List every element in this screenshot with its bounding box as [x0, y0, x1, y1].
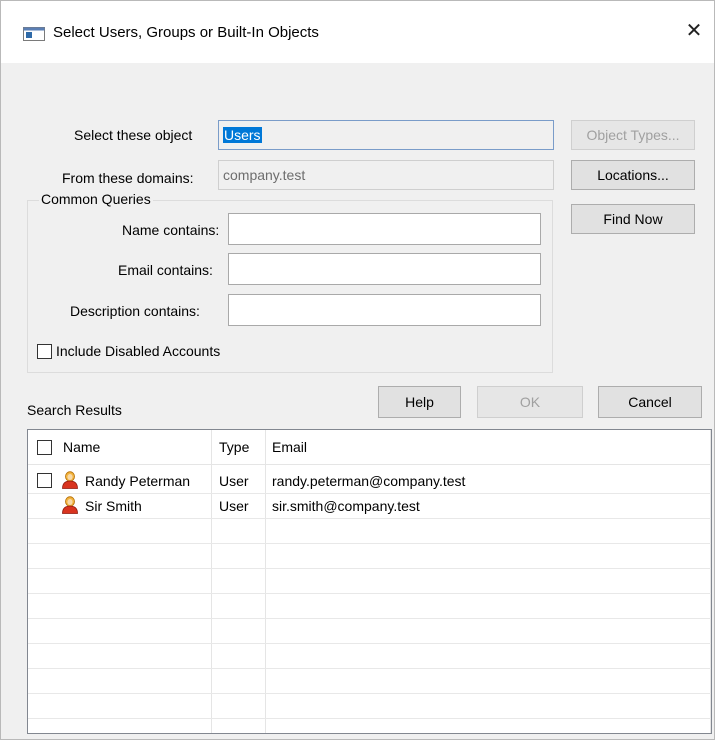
- email-contains-input[interactable]: [228, 253, 541, 285]
- name-contains-input[interactable]: [228, 213, 541, 245]
- empty-row: [28, 694, 711, 719]
- search-results-list[interactable]: Name Type Email Randy Peterman User rand…: [27, 429, 712, 734]
- name-contains-label: Name contains:: [122, 222, 220, 238]
- row-email: sir.smith@company.test: [272, 498, 420, 514]
- empty-row: [28, 619, 711, 644]
- domains-label: From these domains:: [62, 170, 194, 186]
- object-type-value: Users: [223, 127, 262, 143]
- empty-row: [28, 644, 711, 669]
- row-name: Randy Peterman: [85, 473, 191, 489]
- object-types-button[interactable]: Object Types...: [571, 120, 695, 150]
- include-disabled-label: Include Disabled Accounts: [56, 343, 221, 359]
- row-email: randy.peterman@company.test: [272, 473, 466, 489]
- empty-row: [28, 519, 711, 544]
- close-icon[interactable]: ✕: [674, 11, 714, 51]
- user-icon: [62, 471, 78, 489]
- row-type: User: [219, 498, 249, 514]
- description-contains-input[interactable]: [228, 294, 541, 326]
- search-results-label: Search Results: [27, 402, 122, 418]
- locations-button[interactable]: Locations...: [571, 160, 695, 190]
- empty-row: [28, 544, 711, 569]
- results-header: Name Type Email: [28, 430, 711, 465]
- column-header-email[interactable]: Email: [272, 439, 307, 455]
- cancel-button[interactable]: Cancel: [598, 386, 702, 418]
- empty-row: [28, 594, 711, 619]
- row-name: Sir Smith: [85, 498, 142, 514]
- user-icon: [62, 496, 78, 514]
- title-bar: Select Users, Groups or Built-In Objects…: [1, 1, 714, 63]
- include-disabled-checkbox[interactable]: [37, 344, 52, 359]
- row-type: User: [219, 473, 249, 489]
- find-now-button[interactable]: Find Now: [571, 204, 695, 234]
- empty-row: [28, 569, 711, 594]
- column-header-name[interactable]: Name: [63, 439, 100, 455]
- select-all-checkbox[interactable]: [37, 440, 52, 455]
- domains-field[interactable]: company.test: [218, 160, 554, 190]
- column-header-type[interactable]: Type: [219, 439, 249, 455]
- empty-row: [28, 669, 711, 694]
- ok-button[interactable]: OK: [477, 386, 583, 418]
- email-contains-label: Email contains:: [118, 262, 213, 278]
- table-row[interactable]: Randy Peterman User randy.peterman@compa…: [28, 469, 711, 494]
- description-contains-label: Description contains:: [70, 303, 200, 319]
- dialog-window: Select Users, Groups or Built-In Objects…: [0, 0, 715, 740]
- empty-row: [28, 719, 711, 733]
- object-type-label: Select these object: [74, 127, 193, 143]
- help-button[interactable]: Help: [378, 386, 461, 418]
- window-title: Select Users, Groups or Built-In Objects: [53, 24, 319, 41]
- dialog-window-icon: [23, 27, 45, 41]
- table-row[interactable]: Sir Smith User sir.smith@company.test: [28, 494, 711, 519]
- common-queries-label: Common Queries: [39, 191, 153, 207]
- row-checkbox[interactable]: [37, 473, 52, 488]
- object-type-field[interactable]: Users: [218, 120, 554, 150]
